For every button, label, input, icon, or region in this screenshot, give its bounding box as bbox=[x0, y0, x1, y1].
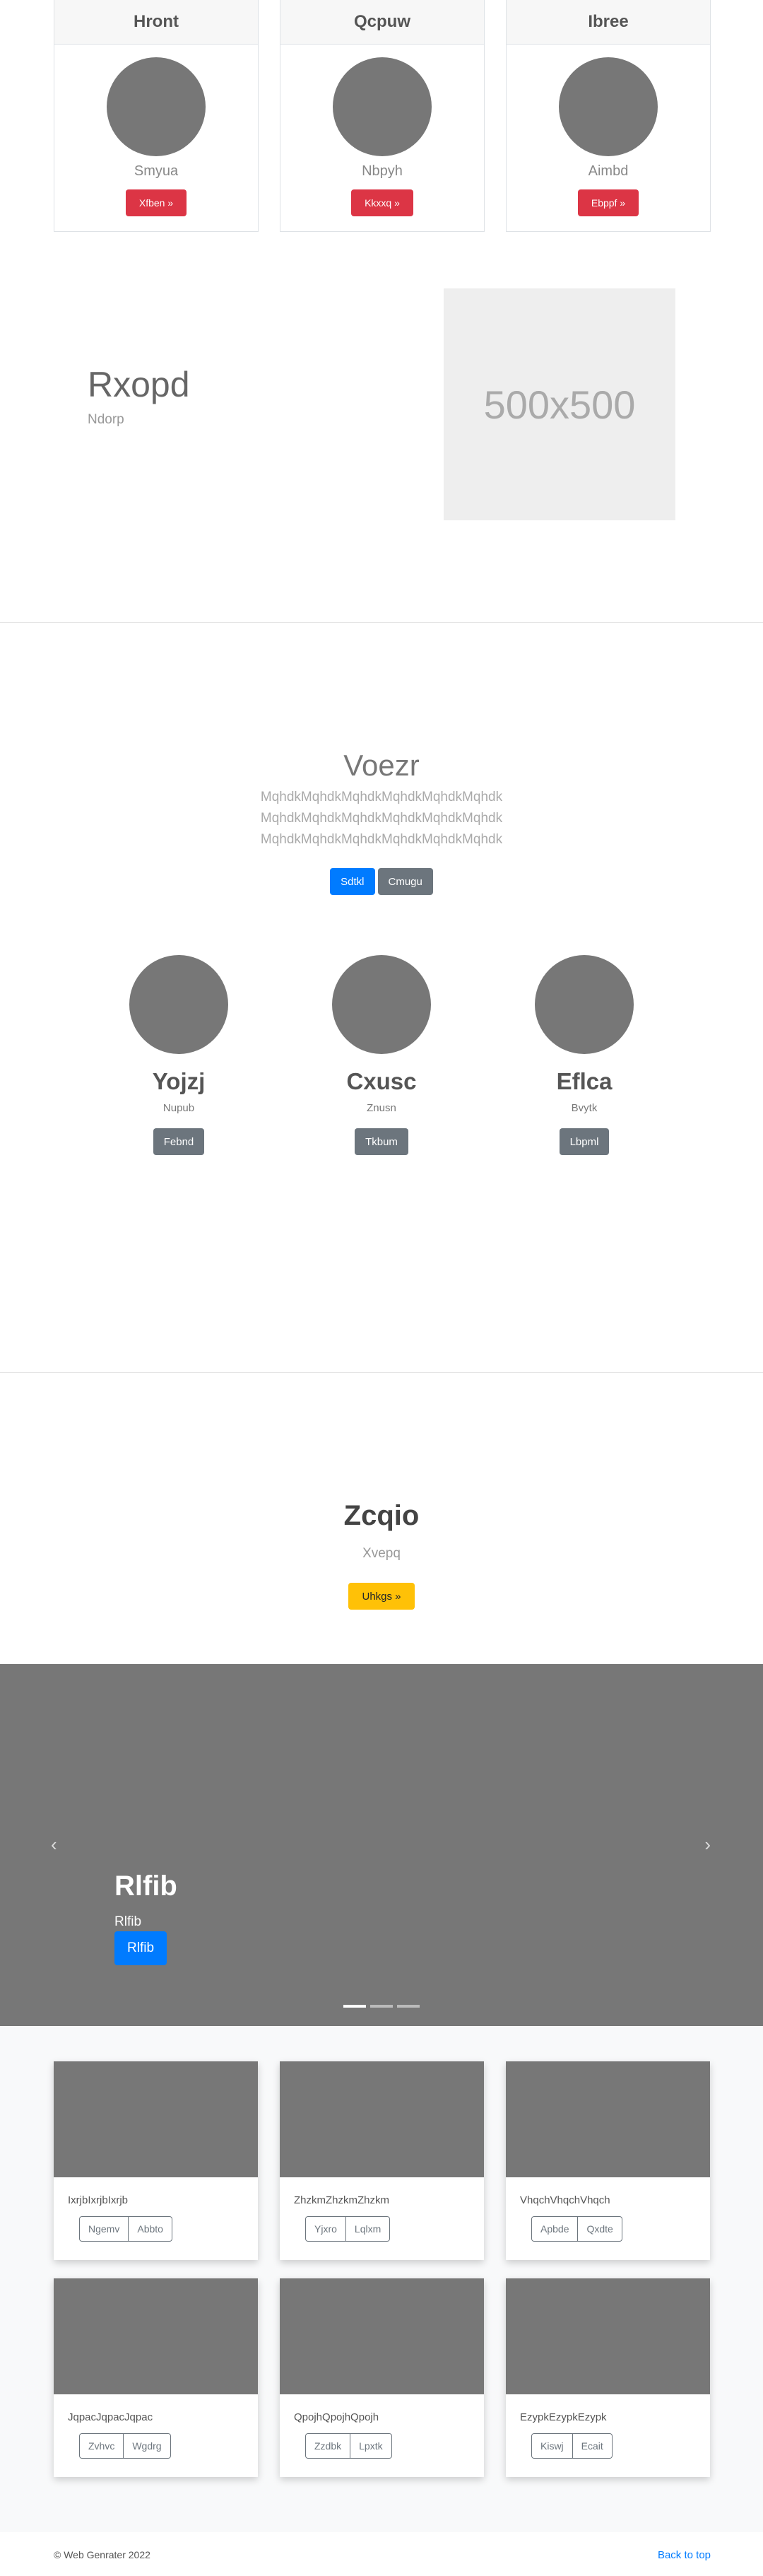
footer: © Web Genrater 2022 Back to top bbox=[0, 2532, 763, 2576]
album-section: IxrjbIxrjbIxrjb Ngemv Abbto ZhzkmZhzkmZh… bbox=[0, 2026, 763, 2532]
pricing-card: Qcpuw Nbpyh Kkxxq » bbox=[280, 0, 485, 232]
cta-title: Zcqio bbox=[343, 1500, 420, 1531]
team-member-role: Bvytk bbox=[571, 1102, 598, 1114]
album-card-button[interactable]: Qxdte bbox=[578, 2216, 622, 2242]
album-card-button[interactable]: Ecait bbox=[572, 2433, 613, 2459]
chevron-right-icon[interactable]: › bbox=[704, 1834, 711, 1856]
team-member-button[interactable]: Febnd bbox=[153, 1128, 205, 1155]
carousel-indicator[interactable] bbox=[370, 2005, 393, 2008]
jumbotron-text-line: MqhdkMqhdkMqhdkMqhdkMqhdkMqhdk bbox=[260, 811, 503, 826]
album-card-button[interactable]: Zvhvc bbox=[79, 2433, 124, 2459]
pricing-card-title: Ibree bbox=[507, 0, 710, 45]
team-member-role: Nupub bbox=[162, 1102, 195, 1114]
placeholder-circle bbox=[559, 57, 658, 156]
cta-button[interactable]: Uhkgs » bbox=[348, 1583, 415, 1610]
thumbnail bbox=[54, 2278, 258, 2394]
carousel-indicator[interactable] bbox=[397, 2005, 420, 2008]
album-card-text: QpojhQpojhQpojh bbox=[294, 2411, 379, 2423]
pricing-card-button[interactable]: Xfben » bbox=[125, 189, 187, 216]
secondary-button[interactable]: Cmugu bbox=[377, 868, 433, 895]
pricing-section: Hront Smyua Xfben » Qcpuw Nbpyh Kkxxq » … bbox=[0, 0, 763, 233]
album-card-button[interactable]: Lpxtk bbox=[350, 2433, 392, 2459]
pricing-card-title: Qcpuw bbox=[280, 0, 484, 45]
hero-title: Rxopd bbox=[88, 365, 190, 404]
album-card: ZhzkmZhzkmZhzkm Yjxro Lqlxm bbox=[280, 2061, 484, 2260]
jumbotron-text-line: MqhdkMqhdkMqhdkMqhdkMqhdkMqhdk bbox=[260, 790, 503, 804]
hero-section: Rxopd Ndorp 500x500 bbox=[0, 233, 763, 622]
album-card-text: EzypkEzypkEzypk bbox=[520, 2411, 607, 2423]
album-card-button[interactable]: Ngemv bbox=[79, 2216, 129, 2242]
primary-button[interactable]: Sdtkl bbox=[330, 868, 375, 895]
team-member-name: Eflca bbox=[556, 1068, 613, 1094]
carousel-caption: Rlfib bbox=[114, 1914, 142, 1929]
pricing-card: Hront Smyua Xfben » bbox=[54, 0, 259, 232]
album-card-button[interactable]: Wgdrg bbox=[124, 2433, 171, 2459]
carousel-indicator[interactable] bbox=[343, 2005, 366, 2008]
back-to-top-link[interactable]: Back to top bbox=[658, 2549, 711, 2561]
pricing-card-button[interactable]: Ebppf » bbox=[577, 189, 639, 216]
album-card: EzypkEzypkEzypk Kiswj Ecait bbox=[506, 2278, 710, 2477]
avatar bbox=[129, 955, 228, 1054]
avatar bbox=[535, 955, 634, 1054]
album-card-text: IxrjbIxrjbIxrjb bbox=[68, 2194, 129, 2206]
carousel-indicators bbox=[0, 2005, 763, 2008]
image-placeholder: 500x500 bbox=[444, 288, 675, 520]
thumbnail bbox=[506, 2278, 710, 2394]
jumbotron-text-line: MqhdkMqhdkMqhdkMqhdkMqhdkMqhdk bbox=[260, 832, 503, 847]
pricing-card-button[interactable]: Kkxxq » bbox=[351, 189, 413, 216]
album-card: VhqchVhqchVhqch Apbde Qxdte bbox=[506, 2061, 710, 2260]
pricing-card-subtitle: Nbpyh bbox=[362, 163, 403, 179]
pricing-card: Ibree Aimbd Ebppf » bbox=[506, 0, 711, 232]
album-card: IxrjbIxrjbIxrjb Ngemv Abbto bbox=[54, 2061, 258, 2260]
album-card-text: VhqchVhqchVhqch bbox=[520, 2194, 610, 2206]
placeholder-circle bbox=[107, 57, 206, 156]
team-member-name: Yojzj bbox=[152, 1068, 206, 1094]
album-card: JqpacJqpacJqpac Zvhvc Wgdrg bbox=[54, 2278, 258, 2477]
album-card-text: ZhzkmZhzkmZhzkm bbox=[294, 2194, 389, 2206]
album-card-button[interactable]: Lqlxm bbox=[345, 2216, 391, 2242]
team-member-name: Cxusc bbox=[346, 1068, 417, 1094]
carousel-button[interactable]: Rlfib bbox=[114, 1931, 167, 1965]
thumbnail bbox=[280, 2278, 484, 2394]
team-member: Yojzj Nupub Febnd bbox=[77, 955, 280, 1155]
thumbnail bbox=[280, 2061, 484, 2177]
carousel: ‹ › Rlfib Rlfib Rlfib bbox=[0, 1664, 763, 2026]
cta-subtitle: Xvepq bbox=[362, 1546, 401, 1561]
jumbotron-section: Voezr MqhdkMqhdkMqhdkMqhdkMqhdkMqhdk Mqh… bbox=[0, 623, 763, 955]
chevron-left-icon[interactable]: ‹ bbox=[51, 1834, 57, 1856]
album-card-button[interactable]: Yjxro bbox=[305, 2216, 346, 2242]
copyright-text: © Web Genrater 2022 bbox=[54, 2549, 150, 2560]
album-card-text: JqpacJqpacJqpac bbox=[68, 2411, 153, 2423]
page: Hront Smyua Xfben » Qcpuw Nbpyh Kkxxq » … bbox=[0, 0, 763, 2576]
thumbnail bbox=[506, 2061, 710, 2177]
avatar bbox=[332, 955, 431, 1054]
album-card: QpojhQpojhQpojh Zzdbk Lpxtk bbox=[280, 2278, 484, 2477]
team-member-button[interactable]: Lbpml bbox=[559, 1128, 610, 1155]
album-card-button[interactable]: Abbto bbox=[129, 2216, 172, 2242]
thumbnail bbox=[54, 2061, 258, 2177]
placeholder-circle bbox=[333, 57, 432, 156]
carousel-title: Rlfib bbox=[114, 1870, 177, 1902]
jumbotron-title: Voezr bbox=[343, 749, 420, 782]
team-member-role: Znusn bbox=[367, 1102, 396, 1114]
team-section: Yojzj Nupub Febnd Cxusc Znusn Tkbum Eflc… bbox=[0, 955, 763, 1372]
pricing-card-subtitle: Smyua bbox=[134, 163, 179, 179]
album-card-button[interactable]: Kiswj bbox=[531, 2433, 573, 2459]
album-card-button[interactable]: Apbde bbox=[531, 2216, 579, 2242]
team-member-button[interactable]: Tkbum bbox=[355, 1128, 408, 1155]
pricing-card-title: Hront bbox=[54, 0, 258, 45]
pricing-card-subtitle: Aimbd bbox=[588, 163, 629, 179]
team-member: Eflca Bvytk Lbpml bbox=[483, 955, 686, 1155]
cta-section: Zcqio Xvepq Uhkgs » bbox=[0, 1373, 763, 1664]
album-card-button[interactable]: Zzdbk bbox=[305, 2433, 351, 2459]
hero-subtitle: Ndorp bbox=[88, 412, 124, 427]
team-member: Cxusc Znusn Tkbum bbox=[280, 955, 483, 1155]
